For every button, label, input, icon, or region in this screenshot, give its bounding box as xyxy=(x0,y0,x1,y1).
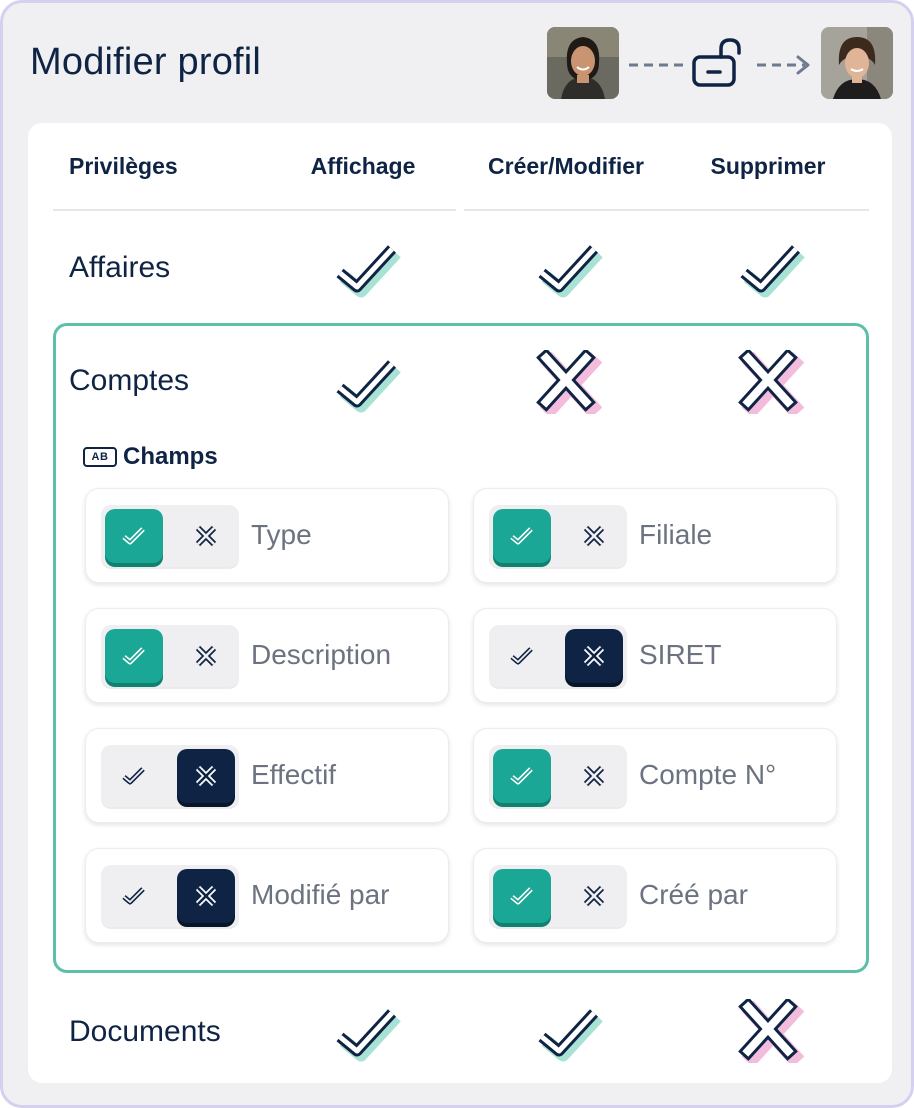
field-permission-toggle[interactable] xyxy=(489,745,627,807)
row-label-comptes: Comptes xyxy=(69,364,190,397)
permission-denied-cross-icon[interactable] xyxy=(734,348,806,419)
target-profile-avatar xyxy=(821,27,893,99)
permission-allowed-check-icon[interactable] xyxy=(330,352,402,416)
allow-check-icon[interactable] xyxy=(493,869,551,923)
field-label: Créé par xyxy=(639,879,748,910)
allow-check-icon[interactable] xyxy=(493,629,551,683)
field-card-siret: SIRET xyxy=(473,608,837,703)
unlock-transfer-icon xyxy=(625,37,815,96)
allow-check-icon[interactable] xyxy=(105,509,163,563)
field-label: Compte N° xyxy=(639,759,777,790)
allow-check-icon[interactable] xyxy=(493,749,551,803)
field-label: Type xyxy=(251,519,312,550)
permission-allowed-check-icon[interactable] xyxy=(532,1001,604,1065)
page-title: Modifier profil xyxy=(30,41,262,83)
fields-section-header: AB Champs xyxy=(83,443,218,471)
field-label: Modifié par xyxy=(251,879,390,910)
field-permission-toggle[interactable] xyxy=(489,505,627,567)
ab-text-field-icon: AB xyxy=(83,447,117,467)
permission-allowed-check-icon[interactable] xyxy=(532,237,604,301)
permission-allowed-check-icon[interactable] xyxy=(330,237,402,301)
field-label: SIRET xyxy=(639,639,722,670)
field-permission-toggle[interactable] xyxy=(489,625,627,687)
permission-denied-cross-icon[interactable] xyxy=(532,348,604,419)
column-header-delete: Supprimer xyxy=(710,153,826,179)
source-profile-avatar xyxy=(547,27,619,99)
deny-cross-icon[interactable] xyxy=(177,509,235,563)
field-card-effectif: Effectif xyxy=(85,728,449,823)
field-label: Filiale xyxy=(639,519,713,550)
field-permission-toggle[interactable] xyxy=(101,745,239,807)
deny-cross-icon[interactable] xyxy=(565,869,623,923)
permission-allowed-check-icon[interactable] xyxy=(330,1001,402,1065)
deny-cross-icon[interactable] xyxy=(177,629,235,683)
column-header-create-edit: Créer/Modifier xyxy=(488,153,644,179)
deny-cross-icon[interactable] xyxy=(565,749,623,803)
comptes-expanded-section: Comptes AB Champs Type Filiale Descripti… xyxy=(53,323,869,973)
row-label-documents: Documents xyxy=(69,1015,221,1048)
fields-section-title: Champs xyxy=(123,443,218,470)
column-header-privileges: Privilèges xyxy=(69,153,178,179)
field-card-modifie-par: Modifié par xyxy=(85,848,449,943)
field-permission-toggle[interactable] xyxy=(101,865,239,927)
deny-cross-icon[interactable] xyxy=(177,749,235,803)
deny-cross-icon[interactable] xyxy=(177,869,235,923)
permission-denied-cross-icon[interactable] xyxy=(734,997,806,1068)
header-divider xyxy=(53,209,456,211)
privileges-card: Privilèges Affichage Créer/Modifier Supp… xyxy=(28,123,892,1083)
field-card-cree-par: Créé par xyxy=(473,848,837,943)
allow-check-icon[interactable] xyxy=(105,869,163,923)
allow-check-icon[interactable] xyxy=(105,629,163,683)
deny-cross-icon[interactable] xyxy=(565,509,623,563)
column-header-display: Affichage xyxy=(310,153,416,179)
field-permission-toggle[interactable] xyxy=(101,625,239,687)
permission-allowed-check-icon[interactable] xyxy=(734,237,806,301)
deny-cross-icon[interactable] xyxy=(565,629,623,683)
edit-profile-panel: Modifier profil Privilèges Affichage Cré… xyxy=(0,0,914,1108)
field-label: Description xyxy=(251,639,392,670)
field-card-type: Type xyxy=(85,488,449,583)
field-card-filiale: Filiale xyxy=(473,488,837,583)
row-label-affaires: Affaires xyxy=(69,251,171,284)
field-card-description: Description xyxy=(85,608,449,703)
allow-check-icon[interactable] xyxy=(105,749,163,803)
field-permission-toggle[interactable] xyxy=(101,505,239,567)
field-permission-toggle[interactable] xyxy=(489,865,627,927)
allow-check-icon[interactable] xyxy=(493,509,551,563)
field-label: Effectif xyxy=(251,759,337,790)
field-card-compte-no: Compte N° xyxy=(473,728,837,823)
header-divider xyxy=(464,209,869,211)
